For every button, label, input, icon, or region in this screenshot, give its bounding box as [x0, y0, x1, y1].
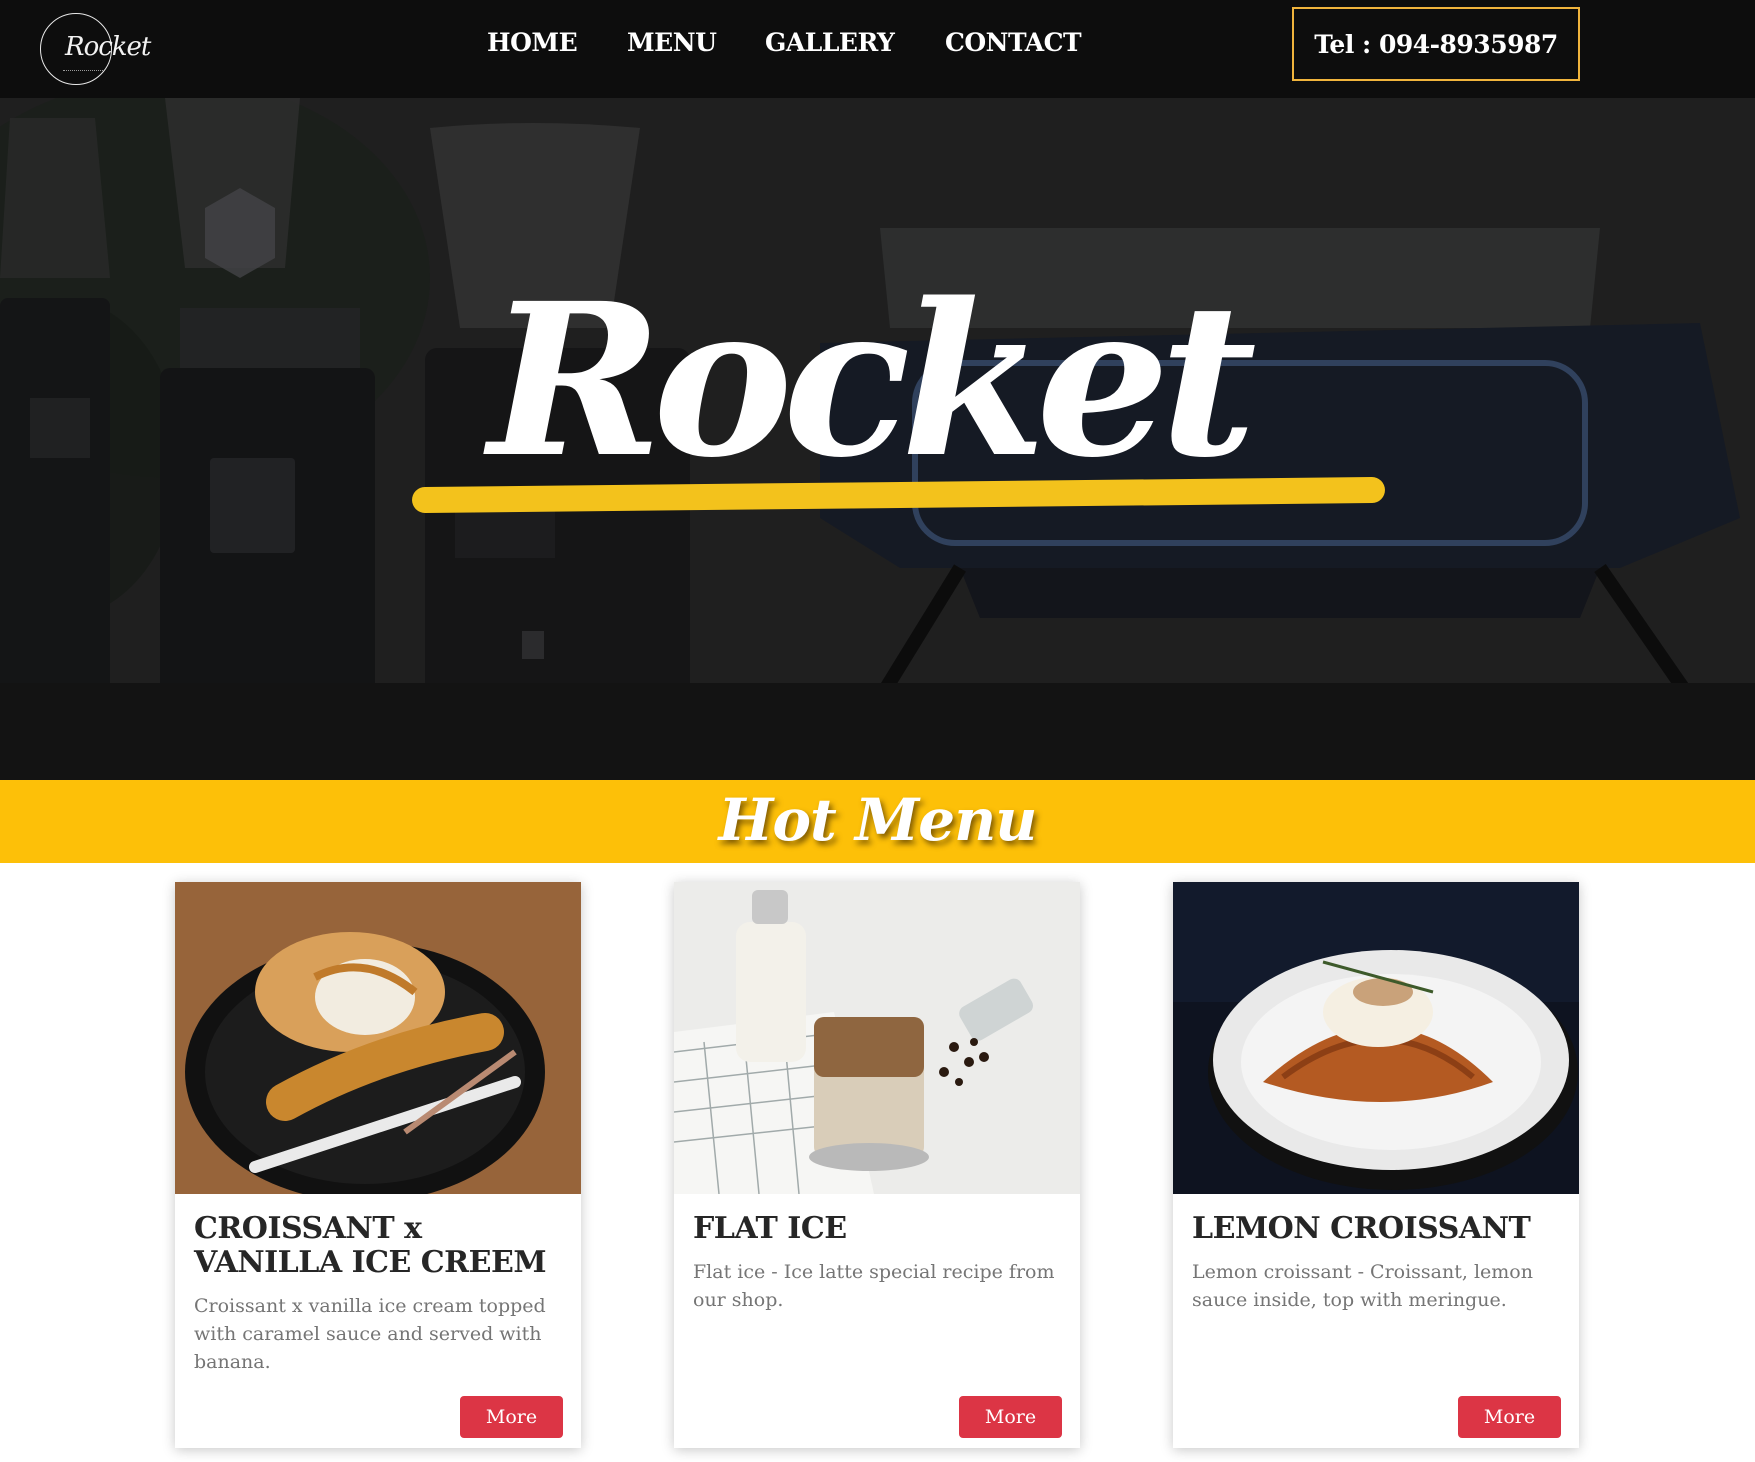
- card-image: [1173, 882, 1579, 1194]
- phone-button[interactable]: Tel : 094-8935987: [1292, 7, 1580, 81]
- menu-card: CROISSANT x VANILLA ICE CREEM Croissant …: [175, 882, 581, 1448]
- more-button[interactable]: More: [460, 1396, 563, 1438]
- hero-title: Rocket: [488, 257, 1257, 504]
- card-image: [674, 882, 1080, 1194]
- card-title: FLAT ICE: [693, 1211, 847, 1246]
- nav-link-contact[interactable]: CONTACT: [945, 28, 1082, 57]
- logo-tagline-decoration: [63, 68, 103, 71]
- more-button[interactable]: More: [1458, 1396, 1561, 1438]
- card-image: [175, 882, 581, 1194]
- card-title: LEMON CROISSANT: [1192, 1211, 1531, 1246]
- nav-link-gallery[interactable]: GALLERY: [765, 28, 895, 57]
- nav-link-home[interactable]: HOME: [487, 28, 578, 57]
- hero-banner: Rocket: [0, 98, 1755, 780]
- menu-card: FLAT ICE Flat ice - Ice latte special re…: [674, 882, 1080, 1448]
- nav-link-menu[interactable]: MENU: [627, 28, 717, 57]
- card-title: CROISSANT x VANILLA ICE CREEM: [194, 1211, 547, 1280]
- card-description: Lemon croissant - Croissant, lemon sauce…: [1192, 1261, 1533, 1311]
- more-button[interactable]: More: [959, 1396, 1062, 1438]
- card-description: Flat ice - Ice latte special recipe from…: [693, 1261, 1055, 1311]
- card-description: Croissant x vanilla ice cream topped wit…: [194, 1295, 546, 1373]
- menu-card: LEMON CROISSANT Lemon croissant - Croiss…: [1173, 882, 1579, 1448]
- navbar: Rocket HOME MENU GALLERY CONTACT Tel : 0…: [0, 0, 1755, 98]
- hot-menu-banner: Hot Menu: [0, 780, 1755, 863]
- hot-menu-title: Hot Menu: [718, 786, 1038, 854]
